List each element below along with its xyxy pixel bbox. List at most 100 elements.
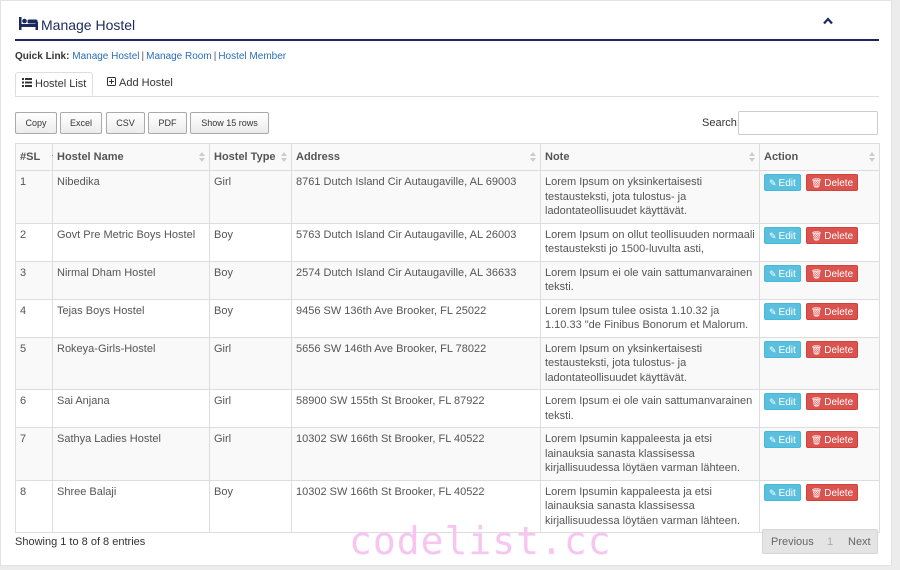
column-header-hostel-type[interactable]: Hostel Type [209,143,292,171]
column-label: Hostel Name [57,151,124,163]
pdf-button[interactable]: PDF [148,112,187,134]
cell-hostel-name: Govt Pre Metric Boys Hostel [52,222,210,262]
cell-hostel-type: Boy [209,222,292,262]
column-header-hostel-name[interactable]: Hostel Name [52,143,210,171]
sort-icon [281,152,287,164]
cell-note: Lorem Ipsum tulee osista 1.10.32 ja 1.10… [540,298,760,338]
quick-link-label: Quick Link: [15,51,70,62]
cell-hostel-type: Girl [209,336,292,390]
cell-hostel-name: Rokeya-Girls-Hostel [52,336,210,390]
cell-action: ✎ Edit 🗑 Delete [759,170,880,224]
edit-button[interactable]: ✎ Edit [764,264,801,282]
edit-label: Edit [778,397,796,408]
cell-address: 58900 SW 155th St Brooker, FL 87922 [291,389,541,428]
copy-button[interactable]: Copy [15,112,57,134]
cell-action: ✎ Edit 🗑 Delete [759,427,880,481]
cell-sl: 6 [15,389,53,428]
column-header-note[interactable]: Note [540,143,760,171]
delete-button[interactable]: 🗑 Delete [805,264,859,282]
cell-address: 10302 SW 166th St Brooker, FL 40522 [291,427,541,481]
column-header-action[interactable]: Action [759,143,880,171]
cell-sl: 5 [15,336,53,390]
trash-icon: 🗑 [810,435,823,445]
link-separator: | [213,51,217,62]
trash-icon: 🗑 [810,487,823,498]
cell-sl: 8 [15,479,53,533]
cell-sl: 2 [15,222,53,262]
cell-action: ✎ Edit 🗑 Delete [759,336,880,390]
edit-button[interactable]: ✎ Edit [764,302,801,320]
sort-icon [869,152,875,164]
trash-icon: 🗑 [810,268,823,279]
delete-label: Delete [824,230,854,242]
delete-button[interactable]: 🗑 Delete [805,340,859,358]
edit-button[interactable]: ✎ Edit [764,483,801,501]
chevron-up-icon[interactable] [823,17,833,25]
column-label: Address [296,151,341,163]
cell-hostel-name: Sathya Ladies Hostel [52,427,210,481]
cell-hostel-name: Nibedika [52,170,210,224]
delete-label: Delete [824,178,854,189]
delete-button[interactable]: 🗑 Delete [805,302,859,320]
delete-label: Delete [824,397,854,408]
delete-label: Delete [824,344,854,356]
cell-hostel-type: Girl [209,170,292,224]
previous-page-button[interactable]: Previous [771,536,814,548]
cell-hostel-name: Shree Balaji [52,479,210,533]
search-label: Search: [702,117,740,129]
cell-sl: 3 [15,260,53,300]
search-input[interactable] [738,111,878,135]
edit-button[interactable]: ✎ Edit [764,340,801,358]
csv-button[interactable]: CSV [106,112,145,134]
trash-icon: 🗑 [810,344,823,355]
table-row: 4 Tejas Boys Hostel Boy 9456 SW 136th Ave B… [15,298,880,338]
cell-address: 5656 SW 146th Ave Brooker, FL 78022 [291,336,541,390]
excel-button[interactable]: Excel [60,112,102,134]
hostel-table: #SL Hostel Name Hostel Type Address Note… [15,143,880,533]
column-label: #SL [20,151,41,163]
quick-link-bar: Quick Link: Manage Hostel | Manage Room | Ho… [15,51,286,62]
delete-button[interactable]: 🗑 Delete [805,431,859,448]
panel-header: Manage Hostel [15,1,879,41]
edit-button[interactable]: ✎ Edit [764,431,801,448]
tab-add-hostel[interactable]: Add Hostel [101,72,179,96]
page-number-button[interactable]: 1 [827,536,833,548]
pencil-square-icon: ✎ [769,397,777,407]
table-row: 2 Govt Pre Metric Boys Hostel Boy 5763 Dutc… [15,222,880,262]
show-rows-button[interactable]: Show 15 rows [190,112,269,134]
delete-button[interactable]: 🗑 Delete [805,226,859,244]
sort-icon [199,152,205,164]
pencil-square-icon: ✎ [769,344,777,355]
cell-address: 2574 Dutch Island Cir Autaugaville, AL 3… [291,260,541,300]
column-header-address[interactable]: Address [291,143,541,171]
column-label: Hostel Type [214,151,276,163]
link-separator: | [141,51,145,62]
delete-label: Delete [824,435,854,446]
column-header-sl[interactable]: #SL [15,143,58,171]
table-header-row: #SL Hostel Name Hostel Type Address Note… [15,143,880,171]
edit-button[interactable]: ✎ Edit [764,226,801,244]
pencil-square-icon: ✎ [769,487,777,498]
cell-note: Lorem Ipsum ei ole vain sattumanvarainen… [540,260,760,300]
link-manage-hostel[interactable]: Manage Hostel [72,51,139,62]
cell-sl: 1 [15,170,53,224]
cell-action: ✎ Edit 🗑 Delete [759,298,880,338]
pencil-square-icon: ✎ [769,268,777,279]
pencil-square-icon: ✎ [769,306,777,317]
tab-hostel-list[interactable]: Hostel List [15,72,94,96]
list-icon [22,78,32,87]
next-page-button[interactable]: Next [848,536,871,548]
edit-button[interactable]: ✎ Edit [764,174,801,191]
delete-button[interactable]: 🗑 Delete [805,393,859,410]
link-manage-room[interactable]: Manage Room [146,51,212,62]
delete-label: Delete [824,306,854,318]
cell-action: ✎ Edit 🗑 Delete [759,389,880,428]
delete-button[interactable]: 🗑 Delete [805,483,859,501]
edit-button[interactable]: ✎ Edit [764,393,801,410]
cell-action: ✎ Edit 🗑 Delete [759,479,880,533]
column-label: Note [545,151,570,163]
link-hostel-member[interactable]: Hostel Member [218,51,286,62]
delete-button[interactable]: 🗑 Delete [805,174,859,191]
plus-square-icon [107,77,116,86]
table-row: 3 Nirmal Dham Hostel Boy 2574 Dutch Island … [15,260,880,300]
